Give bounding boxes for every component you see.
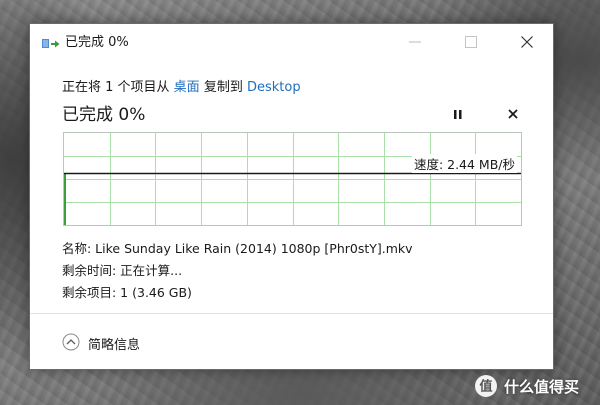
pause-button[interactable]: [448, 106, 468, 124]
speed-graph-canvas: [64, 133, 521, 225]
items-remaining-row: 剩余项目: 1 (3.46 GB): [62, 285, 192, 300]
maximize-button[interactable]: [448, 24, 494, 60]
close-button[interactable]: [504, 24, 550, 60]
minimize-icon: [409, 41, 421, 43]
copy-middle-text: 复制到: [199, 80, 247, 95]
transfer-speed-graph: 速度: 2.44 MB/秒: [63, 132, 522, 226]
chevron-up-circle-icon: [62, 333, 80, 351]
watermark-text: 什么值得买: [504, 378, 580, 396]
close-icon: [521, 36, 533, 48]
minimize-button[interactable]: [392, 24, 438, 60]
source-link[interactable]: 桌面: [174, 80, 200, 95]
footer-divider: [30, 313, 553, 314]
speed-readout: 速度: 2.44 MB/秒: [411, 154, 517, 173]
stop-button[interactable]: [503, 105, 523, 123]
destination-link[interactable]: Desktop: [247, 80, 301, 95]
time-remaining-row: 剩余时间: 正在计算...: [62, 263, 183, 278]
stop-icon: [508, 109, 518, 119]
maximize-icon: [465, 36, 477, 48]
file-name-row: 名称: Like Sunday Like Rain (2014) 1080p […: [62, 241, 413, 256]
copy-operation-description: 正在将 1 个项目从 桌面 复制到 Desktop: [62, 76, 301, 95]
progress-title: 已完成 0%: [62, 105, 146, 125]
fewer-details-label: 简略信息: [88, 338, 141, 353]
progress-fill: [64, 173, 66, 225]
desktop-background: 已完成 0% 正在将 1 个项目从 桌面 复制到 Desktop 已完成 0%: [0, 0, 600, 405]
copy-progress-dialog: 已完成 0% 正在将 1 个项目从 桌面 复制到 Desktop 已完成 0%: [29, 23, 554, 370]
window-title: 已完成 0%: [65, 35, 129, 50]
copy-prefix-text: 正在将 1 个项目从: [62, 80, 174, 95]
watermark-logo-icon: 值: [475, 375, 497, 397]
title-bar[interactable]: 已完成 0%: [30, 24, 553, 60]
watermark-logo-char: 值: [479, 379, 492, 395]
copy-files-icon: [42, 39, 60, 48]
pause-icon: [454, 110, 462, 119]
